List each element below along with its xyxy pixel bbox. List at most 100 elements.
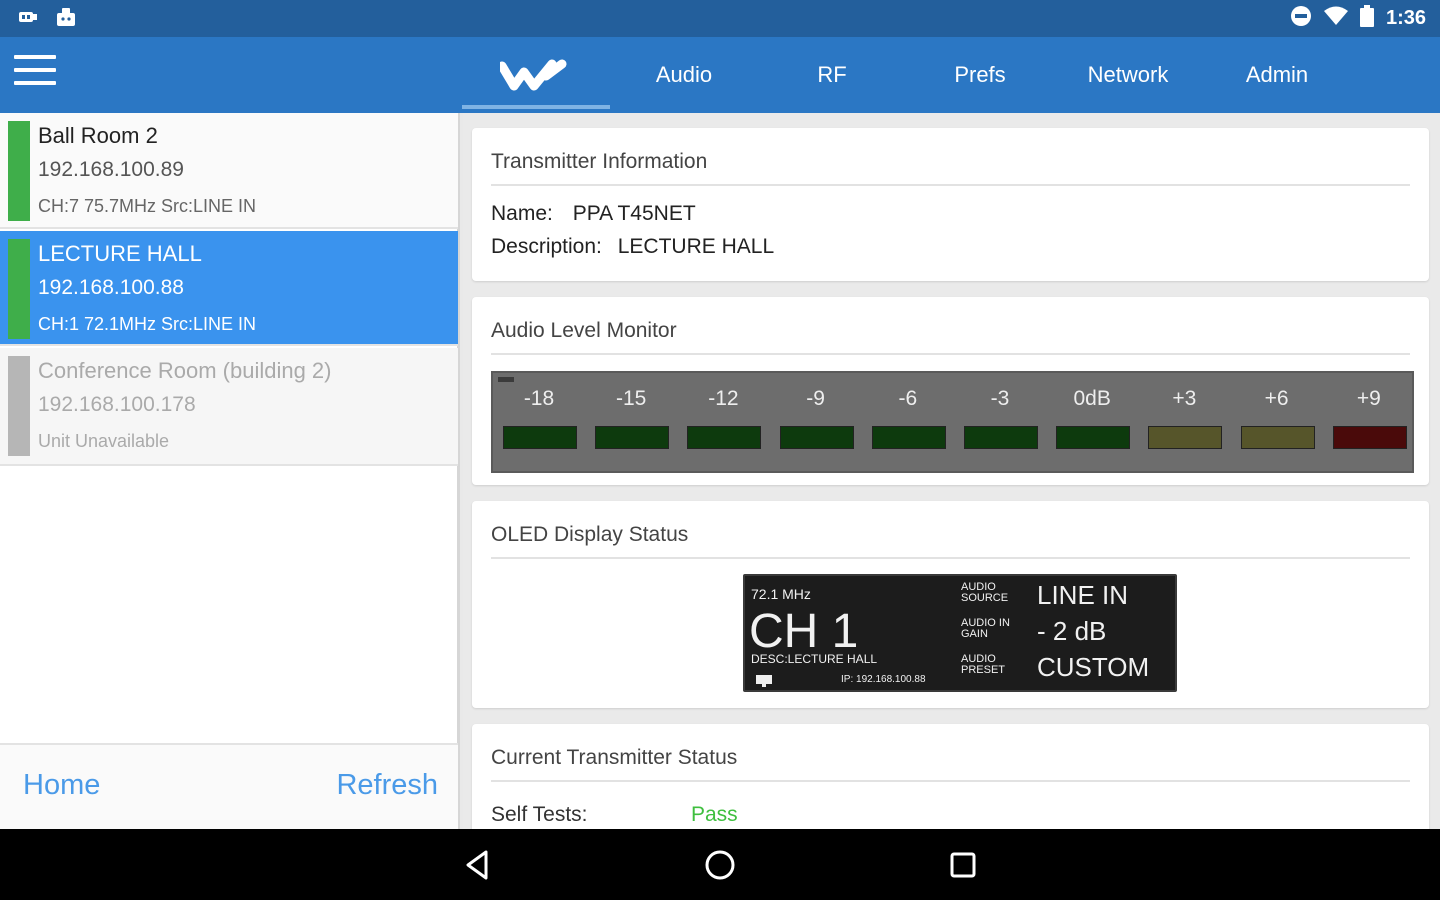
status-bar: 1:36 xyxy=(0,0,1440,37)
meter-segment-cell xyxy=(1148,426,1223,449)
meter-segment: +3 xyxy=(1146,373,1223,473)
meter-segment: 0dB xyxy=(1054,373,1131,473)
meter-segment: -18 xyxy=(501,373,577,473)
meter-segment-label: -15 xyxy=(616,387,647,410)
oled-display: 72.1 MHz CH 1 DESC:LECTURE HALL IP: 192.… xyxy=(743,574,1177,692)
network-icon xyxy=(756,675,772,687)
description-value: LECTURE HALL xyxy=(617,235,775,258)
oled-audio-gain-value: - 2 dB xyxy=(1037,616,1107,646)
device-name: Ball Room 2 xyxy=(38,123,158,148)
meter-segment-label: 0dB xyxy=(1073,387,1111,410)
card-title: Current Transmitter Status xyxy=(491,746,738,769)
wifi-icon xyxy=(1323,6,1348,31)
meter-segment-label: -3 xyxy=(990,387,1010,410)
meter-segment-cell xyxy=(503,426,577,449)
device-item-ball-room-2[interactable]: Ball Room 2 192.168.100.89 CH:7 75.7MHz … xyxy=(0,113,458,229)
oled-audio-gain-label: AUDIO IN GAIN xyxy=(961,617,1010,640)
meter-segment-label: -9 xyxy=(806,387,825,410)
name-row: Name: PPA T45NET xyxy=(491,202,696,226)
meter-segment: -6 xyxy=(870,373,946,473)
clock: 1:36 xyxy=(1385,6,1426,29)
meter-segment-cell xyxy=(1240,426,1315,449)
oled-audio-preset-label: AUDIO PRESET xyxy=(961,653,1006,676)
brand-logo-icon xyxy=(500,59,567,91)
meter-segment: -12 xyxy=(685,373,762,473)
device-status-indicator xyxy=(8,356,30,456)
sidebar-footer: Home Refresh xyxy=(0,743,458,829)
device-item-lecture-hall[interactable]: LECTURE HALL 192.168.100.88 CH:1 72.1MHz… xyxy=(0,231,458,346)
meter-segment: +6 xyxy=(1239,373,1315,473)
meter-segment-label: +6 xyxy=(1264,387,1289,410)
device-item-conference-room[interactable]: Conference Room (building 2) 192.168.100… xyxy=(0,348,458,466)
battery-icon xyxy=(1359,4,1374,32)
meter-segment-label: -12 xyxy=(708,387,739,410)
do-not-disturb-icon xyxy=(1290,5,1312,32)
name-value: PPA T45NET xyxy=(572,202,696,225)
name-label: Name: xyxy=(491,202,553,225)
tab-home-logo[interactable] xyxy=(462,37,610,113)
transmitter-info-card: Transmitter Information Name: PPA T45NET… xyxy=(472,128,1429,281)
device-list-sidebar: Ball Room 2 192.168.100.89 CH:7 75.7MHz … xyxy=(0,113,460,829)
description-label: Description: xyxy=(491,235,602,258)
refresh-button[interactable]: Refresh xyxy=(336,769,438,802)
divider xyxy=(491,557,1410,559)
oled-frequency: 72.1 MHz xyxy=(751,586,811,602)
tab-rf[interactable]: RF xyxy=(758,37,906,113)
meter-segment-cell xyxy=(595,426,670,449)
device-ip: 192.168.100.88 xyxy=(38,276,184,299)
oled-ip: IP: 192.168.100.88 xyxy=(841,674,926,685)
device-name: LECTURE HALL xyxy=(38,241,202,266)
meter-segment: -15 xyxy=(593,373,670,473)
system-navigation-bar xyxy=(0,829,1440,900)
meter-segment-cell xyxy=(1056,426,1131,449)
tab-prefs[interactable]: Prefs xyxy=(906,37,1054,113)
meter-segment: +9 xyxy=(1331,373,1407,473)
home-icon[interactable] xyxy=(701,846,739,884)
audio-level-meter: -18 -15 -12 -9 -6 -3 0dB +3 +6 +9 xyxy=(491,371,1414,473)
oled-audio-source-value: LINE IN xyxy=(1037,580,1129,610)
oled-audio-source-label: AUDIO SOURCE xyxy=(961,581,1009,604)
android-debug-icon xyxy=(54,6,78,28)
divider xyxy=(491,353,1410,355)
meter-segment-cell xyxy=(871,426,946,449)
app-bar: Audio RF Prefs Network Admin xyxy=(0,37,1440,113)
back-icon[interactable] xyxy=(460,846,498,884)
meter-segment: -9 xyxy=(778,373,854,473)
device-info: Unit Unavailable xyxy=(38,431,170,451)
device-ip: 192.168.100.178 xyxy=(38,393,196,416)
home-button[interactable]: Home xyxy=(23,769,100,802)
usb-debug-icon xyxy=(16,6,40,28)
meter-segment-label: +9 xyxy=(1356,387,1381,410)
device-status-indicator xyxy=(8,239,30,339)
audio-level-card: Audio Level Monitor -18 -15 -12 -9 -6 -3 0dB +3… xyxy=(472,297,1429,485)
self-tests-label: Self Tests: xyxy=(491,803,588,826)
tab-network[interactable]: Network xyxy=(1054,37,1202,113)
meter-segment-cell xyxy=(964,426,1038,449)
recents-icon[interactable] xyxy=(944,846,982,884)
meter-segment-label: -6 xyxy=(898,387,918,410)
card-title: Transmitter Information xyxy=(491,150,708,173)
device-info: CH:1 72.1MHz Src:LINE IN xyxy=(38,314,257,334)
hamburger-menu-icon[interactable] xyxy=(14,55,56,93)
device-info: CH:7 75.7MHz Src:LINE IN xyxy=(38,196,257,216)
card-title: OLED Display Status xyxy=(491,523,689,546)
description-row: Description: LECTURE HALL xyxy=(491,235,774,259)
tab-audio[interactable]: Audio xyxy=(610,37,758,113)
tab-admin[interactable]: Admin xyxy=(1202,37,1352,113)
device-name: Conference Room (building 2) xyxy=(38,358,332,383)
device-ip: 192.168.100.89 xyxy=(38,158,184,181)
meter-segment-cell xyxy=(1332,426,1407,449)
divider xyxy=(491,780,1410,782)
oled-audio-preset-value: CUSTOM xyxy=(1037,652,1150,682)
oled-channel: CH 1 xyxy=(749,605,859,658)
main-content: Transmitter Information Name: PPA T45NET… xyxy=(463,113,1440,829)
meter-segment-cell xyxy=(687,426,762,449)
card-title: Audio Level Monitor xyxy=(491,319,677,342)
meter-segment-label: -18 xyxy=(523,387,555,410)
current-status-card: Current Transmitter Status Self Tests: P… xyxy=(472,724,1429,829)
self-tests-value: Pass xyxy=(691,803,738,826)
oled-description: DESC:LECTURE HALL xyxy=(751,652,878,666)
meter-segment: -3 xyxy=(962,373,1038,473)
active-tab-indicator xyxy=(462,105,610,109)
meter-segment-label: +3 xyxy=(1172,387,1197,410)
